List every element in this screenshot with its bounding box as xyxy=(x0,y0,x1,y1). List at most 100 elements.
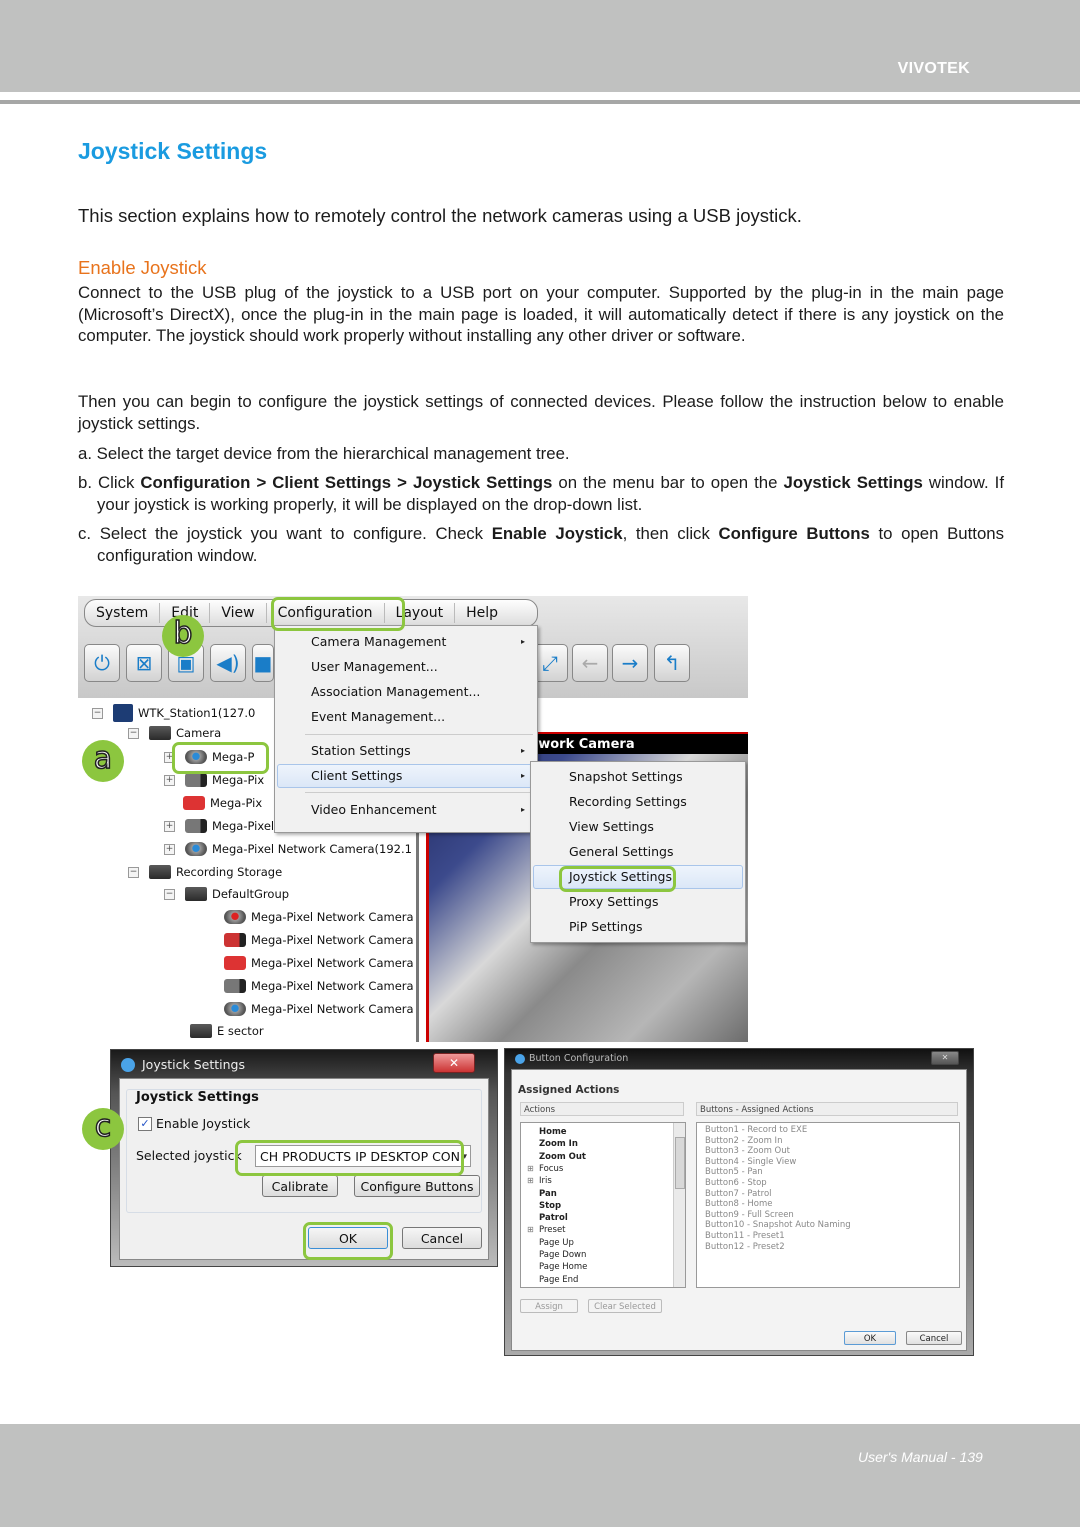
tree-group-camera[interactable]: Mega-Pixel Network Camera xyxy=(218,910,414,924)
highlight-joystick-settings xyxy=(559,866,676,892)
action-item[interactable]: Preset xyxy=(539,1225,566,1235)
assigned-action-item[interactable]: Button1 - Record to EXE xyxy=(705,1125,807,1135)
tree-camera[interactable]: + Mega-Pix xyxy=(164,773,264,787)
menu-item-snapshot-settings[interactable]: Snapshot Settings xyxy=(569,769,683,784)
calibrate-button[interactable]: Calibrate xyxy=(262,1175,338,1197)
menu-item-pip-settings[interactable]: PiP Settings xyxy=(569,919,643,934)
cancel-button[interactable]: Cancel xyxy=(402,1227,482,1249)
menu-item-user-management[interactable]: User Management... xyxy=(311,659,438,674)
menu-item-recording-settings[interactable]: Recording Settings xyxy=(569,794,687,809)
assigned-action-item[interactable]: Button2 - Zoom In xyxy=(705,1136,782,1146)
submenu-arrow-icon: ▸ xyxy=(521,771,526,780)
remote-desktop-icon[interactable]: ⊠ xyxy=(126,644,162,682)
collapse-icon[interactable]: − xyxy=(92,707,103,719)
menu-item-video-enhancement[interactable]: Video Enhancement xyxy=(311,802,437,817)
expand-icon[interactable]: + xyxy=(164,820,175,832)
action-item[interactable]: Page Down xyxy=(539,1250,586,1260)
action-item[interactable]: Zoom In xyxy=(539,1139,578,1149)
menu-item-event-management[interactable]: Event Management... xyxy=(311,709,445,724)
tree-default-group[interactable]: − DefaultGroup xyxy=(164,887,289,901)
menu-system[interactable]: System xyxy=(85,603,161,623)
tree-station[interactable]: − WTK_Station1(127.0 xyxy=(92,704,255,722)
expand-icon[interactable]: + xyxy=(164,843,175,855)
action-item[interactable]: Page Up xyxy=(539,1238,574,1248)
tree-recording-storage[interactable]: − Recording Storage xyxy=(128,865,282,879)
back-arrow-icon[interactable]: ← xyxy=(572,644,608,682)
action-item[interactable]: Zoom Out xyxy=(539,1152,586,1162)
return-icon[interactable]: ↰ xyxy=(654,644,690,682)
menu-item-proxy-settings[interactable]: Proxy Settings xyxy=(569,894,658,909)
layout-icon[interactable]: ■ xyxy=(252,644,274,682)
tree-camera[interactable]: Mega-Pix xyxy=(177,796,262,810)
tree-e-sector[interactable]: E sector xyxy=(184,1024,264,1038)
assigned-actions-list[interactable]: Button1 - Record to EXE Button2 - Zoom In… xyxy=(696,1122,960,1288)
step-c-text: c. Select the joystick you want to confi… xyxy=(78,524,492,543)
assigned-action-item[interactable]: Button6 - Stop xyxy=(705,1178,767,1188)
speaker-icon[interactable]: ◀) xyxy=(210,644,246,682)
configure-buttons-button[interactable]: Configure Buttons xyxy=(354,1175,480,1197)
collapse-icon[interactable]: − xyxy=(128,727,139,739)
collapse-icon[interactable]: − xyxy=(164,888,175,900)
menu-item-association-management[interactable]: Association Management... xyxy=(311,684,480,699)
tree-camera-folder[interactable]: − Camera xyxy=(128,726,221,740)
tree-group-camera[interactable]: Mega-Pixel Network Camera xyxy=(218,956,414,970)
menu-item-camera-management[interactable]: Camera Management xyxy=(311,634,446,649)
action-item[interactable]: Patrol xyxy=(539,1213,568,1223)
actions-list[interactable]: Home Zoom In Zoom Out Focus ⊞ Iris ⊞ Pan Stop Pat… xyxy=(520,1122,686,1288)
tree-label: Mega-Pix xyxy=(210,796,263,810)
clear-selected-button[interactable]: Clear Selected xyxy=(588,1299,662,1313)
assign-button[interactable]: Assign xyxy=(520,1299,578,1313)
cancel-button[interactable]: Cancel xyxy=(906,1331,962,1345)
expand-icon[interactable]: ⊞ xyxy=(527,1164,534,1173)
ok-button[interactable]: OK xyxy=(844,1331,896,1345)
assigned-action-item[interactable]: Button7 - Patrol xyxy=(705,1189,772,1199)
assigned-action-item[interactable]: Button4 - Single View xyxy=(705,1157,796,1167)
action-item[interactable]: Page Home xyxy=(539,1262,587,1272)
submenu-arrow-icon: ▸ xyxy=(521,805,526,814)
assigned-action-item[interactable]: Button12 - Preset2 xyxy=(705,1242,785,1252)
assigned-action-item[interactable]: Button8 - Home xyxy=(705,1199,772,1209)
assigned-action-item[interactable]: Button9 - Full Screen xyxy=(705,1210,794,1220)
forward-arrow-icon[interactable]: → xyxy=(612,644,648,682)
paragraph-connect: Connect to the USB plug of the joystick … xyxy=(78,283,1004,346)
tree-label: Recording Storage xyxy=(176,865,283,879)
section-heading: Assigned Actions xyxy=(518,1084,620,1096)
menu-item-station-settings[interactable]: Station Settings xyxy=(311,743,411,758)
menu-item-client-settings[interactable]: Client Settings xyxy=(311,768,402,783)
client-settings-submenu: Snapshot Settings Recording Settings Vie… xyxy=(530,761,746,943)
menu-item-general-settings[interactable]: General Settings xyxy=(569,844,674,859)
assigned-action-item[interactable]: Button10 - Snapshot Auto Naming xyxy=(705,1220,851,1230)
tree-camera[interactable]: + Mega-Pixel Network Camera(192.1 xyxy=(164,842,412,856)
menu-help[interactable]: Help xyxy=(455,603,509,623)
step-b: b. Click Configuration > Client Settings… xyxy=(78,472,1004,515)
checkbox-checked-icon[interactable]: ✓ xyxy=(138,1116,152,1131)
page-header-band xyxy=(0,0,1080,92)
menu-separator xyxy=(305,792,533,793)
assigned-action-item[interactable]: Button5 - Pan xyxy=(705,1167,763,1177)
tree-group-camera[interactable]: Mega-Pixel Network Camera xyxy=(218,979,414,993)
menu-view[interactable]: View xyxy=(210,603,267,623)
action-item[interactable]: Pan xyxy=(539,1189,557,1199)
assigned-action-item[interactable]: Button3 - Zoom Out xyxy=(705,1146,790,1156)
action-item[interactable]: Home xyxy=(539,1127,567,1137)
collapse-icon[interactable]: − xyxy=(128,866,139,878)
scrollbar-thumb[interactable] xyxy=(675,1137,685,1189)
close-icon[interactable]: ✕ xyxy=(931,1051,959,1065)
submenu-arrow-icon: ▸ xyxy=(521,637,526,646)
enable-joystick-checkbox[interactable]: ✓ Enable Joystick xyxy=(138,1116,250,1131)
assigned-action-item[interactable]: Button11 - Preset1 xyxy=(705,1231,785,1241)
tree-group-camera[interactable]: Mega-Pixel Network Camera xyxy=(218,933,414,947)
expand-icon[interactable]: + xyxy=(164,774,175,786)
scrollbar[interactable] xyxy=(673,1123,685,1287)
action-item[interactable]: Stop xyxy=(539,1201,561,1211)
action-item[interactable]: Focus xyxy=(539,1164,563,1174)
tree-group-camera[interactable]: Mega-Pixel Network Camera xyxy=(218,1002,414,1016)
menu-item-view-settings[interactable]: View Settings xyxy=(569,819,654,834)
highlight-joystick-select xyxy=(235,1140,464,1176)
expand-icon[interactable]: ⊞ xyxy=(527,1225,534,1234)
action-item[interactable]: Iris xyxy=(539,1176,552,1186)
action-item[interactable]: Page End xyxy=(539,1275,578,1285)
expand-icon[interactable]: ⊞ xyxy=(527,1176,534,1185)
close-icon[interactable]: ✕ xyxy=(433,1053,475,1073)
power-icon[interactable]: ⏻ xyxy=(84,644,120,682)
